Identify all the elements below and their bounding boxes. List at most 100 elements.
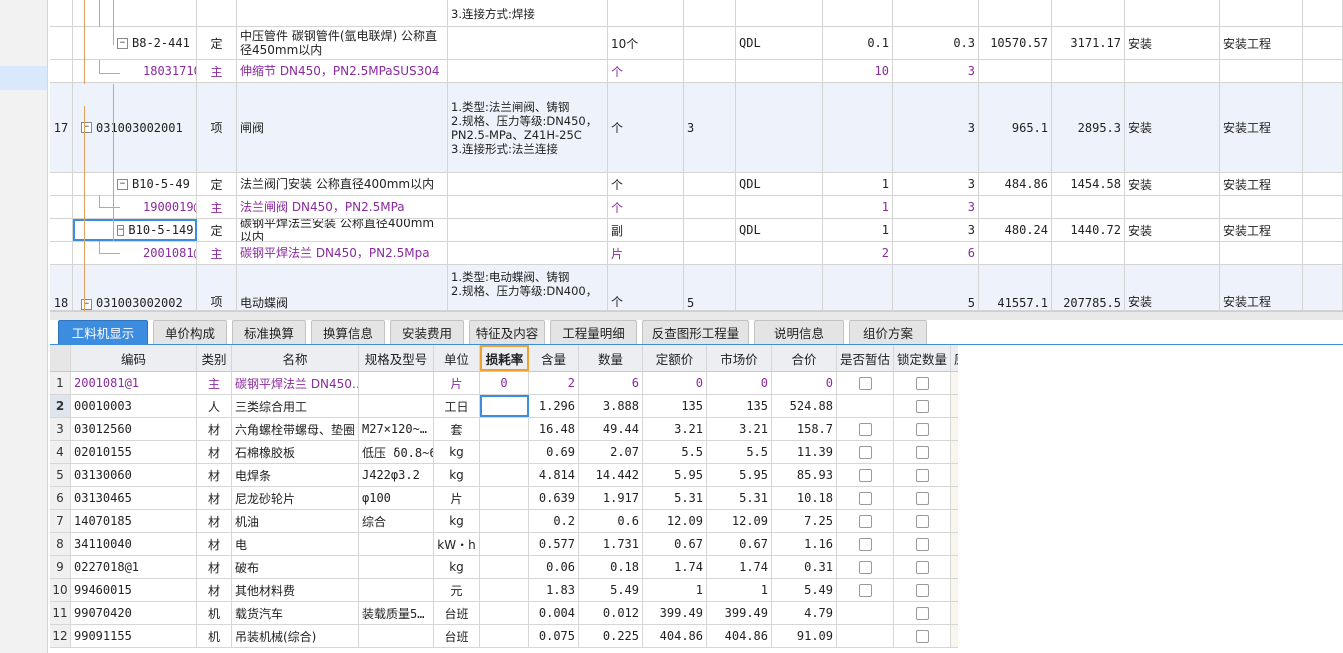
resource-cell-n[interactable]: 5 — [50, 464, 71, 486]
resource-cell-spec[interactable]: φ100 — [359, 487, 434, 509]
resource-cell-type[interactable]: 材 — [197, 487, 232, 509]
resource-cell-type[interactable]: 主 — [197, 372, 232, 394]
collapse-toggle-icon[interactable]: − — [117, 178, 128, 190]
resource-cell-unit[interactable]: 片 — [434, 372, 480, 394]
resource-cell-total[interactable]: 4.79 — [772, 602, 837, 624]
bill-cell-content[interactable] — [823, 265, 893, 310]
resource-cell-unit[interactable]: 台班 — [434, 625, 480, 647]
bill-cell-num[interactable] — [50, 196, 73, 218]
bill-cell-major[interactable]: 安装 — [1125, 265, 1220, 310]
resource-cell-content[interactable]: 1.296 — [529, 395, 579, 417]
bill-cell-total[interactable]: 207785.5 — [1052, 265, 1125, 310]
bill-cell-major[interactable]: 安装 — [1125, 173, 1220, 195]
resource-cell-content[interactable]: 0.06 — [529, 556, 579, 578]
bill-cell-unit[interactable]: 片 — [608, 242, 684, 264]
bill-cell-major[interactable] — [1125, 242, 1220, 264]
bill-cell-qty-expr[interactable] — [684, 60, 736, 82]
tab-3[interactable]: 标准换算 — [232, 320, 306, 344]
lock-qty-checkbox[interactable] — [915, 422, 929, 436]
resource-cell-unit[interactable]: kW・h — [434, 533, 480, 555]
bill-cell-name[interactable]: 伸缩节 DN450，PN2.5MPaSUS304 — [237, 60, 448, 82]
bill-cell-num[interactable] — [50, 27, 73, 59]
resource-cell-total[interactable]: 0.31 — [772, 556, 837, 578]
bill-cell-unit[interactable]: 个 — [608, 173, 684, 195]
resource-cell-content[interactable]: 16.48 — [529, 418, 579, 440]
resource-cell-code[interactable]: 03130465 — [71, 487, 197, 509]
resource-cell-spec[interactable] — [359, 395, 434, 417]
bill-cell-unit[interactable]: 个 — [608, 60, 684, 82]
bill-cell-qty[interactable]: 3 — [893, 219, 979, 241]
provisional-checkbox[interactable] — [858, 560, 872, 574]
resource-cell-market[interactable]: 3.21 — [707, 418, 772, 440]
lock-qty-checkbox[interactable] — [915, 445, 929, 459]
resource-cell-code[interactable]: 14070185 — [71, 510, 197, 532]
resource-row[interactable]: 5 03130060 材电焊条 J422φ3.2 kg 4.814 14.442 5.95 5.… — [50, 464, 958, 487]
bill-cell-qty[interactable]: 3 — [893, 60, 979, 82]
bill-cell-extra[interactable] — [1303, 0, 1343, 26]
resource-cell-est[interactable] — [837, 625, 894, 647]
provisional-checkbox[interactable] — [858, 537, 872, 551]
resource-cell-type[interactable]: 材 — [197, 441, 232, 463]
bill-cell-unit-price[interactable] — [979, 0, 1052, 26]
resource-cell-spec[interactable] — [359, 625, 434, 647]
resource-cell-name[interactable]: 载货汽车 — [232, 602, 359, 624]
column-header-est[interactable]: 是否暂估 — [837, 345, 894, 371]
resource-cell-content[interactable]: 0.639 — [529, 487, 579, 509]
resource-cell-lock[interactable] — [894, 418, 951, 440]
bill-cell-total[interactable]: 1454.58 — [1052, 173, 1125, 195]
resource-cell-spec[interactable] — [359, 533, 434, 555]
bill-row[interactable]: − B8-2-441 定中压管件 碳钢管件(氩电联焊) 公称直径450mm以内 10个… — [50, 27, 1343, 60]
resource-cell-name[interactable]: 碳钢平焊法兰 DN450… — [232, 372, 359, 394]
bill-row[interactable]: − B10-5-49 定法兰阀门安装 公称直径400mm以内个 QDL 1 3 484.86… — [50, 173, 1343, 196]
resource-cell-n[interactable]: 10 — [50, 579, 71, 601]
bill-cell-code[interactable]: −031003002002 — [73, 265, 197, 310]
resource-row[interactable]: 714070185材机油综合kg0.20.612.0912.097.250.2 — [50, 510, 958, 533]
tab-4[interactable]: 换算信息 — [311, 320, 385, 344]
column-header-orig[interactable]: 原始含量 — [951, 345, 958, 371]
resource-cell-spec[interactable] — [359, 556, 434, 578]
bill-cell-content[interactable] — [823, 0, 893, 26]
resource-cell-total[interactable]: 91.09 — [772, 625, 837, 647]
lock-qty-checkbox[interactable] — [915, 629, 929, 643]
bill-row[interactable]: 1900019@1主法兰闸阀 DN450，PN2.5MPa 个 13 — [50, 196, 1343, 219]
lock-qty-checkbox[interactable] — [915, 399, 929, 413]
resource-cell-code[interactable]: 34110040 — [71, 533, 197, 555]
bill-cell-qty-expr[interactable] — [684, 27, 736, 59]
bill-cell-name[interactable] — [237, 0, 448, 26]
bill-cell-content[interactable] — [823, 83, 893, 172]
bill-cell-type[interactable]: 定 — [197, 219, 237, 241]
tab-5[interactable]: 安装费用 — [390, 320, 464, 344]
bill-cell-total[interactable]: 2895.3 — [1052, 83, 1125, 172]
resource-cell-orig[interactable]: 0.06 — [951, 556, 958, 578]
bill-cell-content[interactable]: 10 — [823, 60, 893, 82]
bill-cell-spec[interactable]: 1.类型:法兰闸阀、铸钢 2.规格、压力等级:DN450，PN2.5-MPa、Z… — [448, 83, 608, 172]
resource-cell-content[interactable]: 0.577 — [529, 533, 579, 555]
resource-cell-unit[interactable]: 套 — [434, 418, 480, 440]
resource-row[interactable]: 12001081@1主碳钢平焊法兰 DN450…片0260002 — [50, 372, 958, 395]
resource-cell-total[interactable]: 0 — [772, 372, 837, 394]
resource-cell-unit[interactable]: kg — [434, 510, 480, 532]
bill-cell-extra[interactable] — [1303, 27, 1343, 59]
resource-cell-content[interactable]: 0.69 — [529, 441, 579, 463]
resource-cell-loss[interactable] — [480, 487, 529, 509]
resource-cell-spec[interactable] — [359, 579, 434, 601]
bill-cell-group[interactable]: 安装工程 — [1220, 219, 1303, 241]
column-header-name[interactable]: 名称 — [232, 345, 359, 371]
resource-cell-content[interactable]: 0.2 — [529, 510, 579, 532]
bill-cell-group[interactable] — [1220, 196, 1303, 218]
resource-cell-base[interactable]: 399.49 — [643, 602, 707, 624]
resource-cell-name[interactable]: 吊装机械(综合) — [232, 625, 359, 647]
resource-cell-market[interactable]: 1.74 — [707, 556, 772, 578]
resource-cell-market[interactable]: 399.49 — [707, 602, 772, 624]
bill-cell-name[interactable]: 闸阀 — [237, 83, 448, 172]
bill-cell-qty-expr[interactable] — [684, 196, 736, 218]
resource-cell-n[interactable]: 4 — [50, 441, 71, 463]
bill-row[interactable]: 18−031003002002 项电动蝶阀 1.类型:电动蝶阀、铸钢 2.规格、压力… — [50, 265, 1343, 311]
bill-cell-spec[interactable] — [448, 196, 608, 218]
bill-cell-total[interactable] — [1052, 0, 1125, 26]
bill-cell-num[interactable] — [50, 60, 73, 82]
resource-cell-type[interactable]: 材 — [197, 556, 232, 578]
bill-cell-unit-price[interactable]: 484.86 — [979, 173, 1052, 195]
resource-cell-orig[interactable]: 1.83 — [951, 579, 958, 601]
resource-cell-base[interactable]: 3.21 — [643, 418, 707, 440]
